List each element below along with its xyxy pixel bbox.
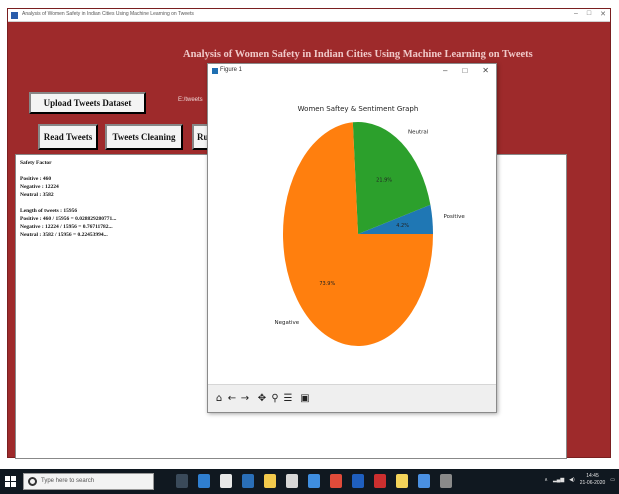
- pie-value-label-positive: 4.2%: [396, 223, 409, 229]
- page-heading: Analysis of Women Safety in Indian Citie…: [183, 49, 533, 60]
- configure-icon[interactable]: ☰: [283, 392, 293, 406]
- figure-window[interactable]: Figure 1 – □ ✕ Positive 4.2% Neutral 21.9% N…: [207, 63, 497, 413]
- output-line: Neutral : 3582: [20, 192, 54, 198]
- explorer-icon[interactable]: [264, 474, 276, 488]
- output-line: Negative : 12224 / 15956 = 0.76711782...: [20, 224, 113, 230]
- notification-icon[interactable]: ▭: [610, 477, 615, 483]
- figure-titlebar[interactable]: Figure 1 – □ ✕: [208, 64, 496, 79]
- save-icon[interactable]: ▣: [300, 392, 310, 406]
- pie-chart: Positive 4.2% Neutral 21.9% Negative 73.9% Wom…: [274, 105, 466, 346]
- python-icon[interactable]: [396, 474, 408, 488]
- app-icon: [11, 12, 18, 19]
- back-icon[interactable]: ←: [227, 392, 237, 406]
- output-line: Positive : 460: [20, 176, 52, 182]
- taskbar-search-input[interactable]: Type here to search: [23, 473, 154, 490]
- output-line: Neutral : 3582 / 15956 = 0.22453994...: [20, 232, 108, 238]
- app-icon-6[interactable]: [286, 474, 298, 488]
- taskbar-clock[interactable]: 14:45 21-06-2020: [580, 473, 606, 487]
- output-line: Negative : 12224: [20, 184, 59, 190]
- pan-icon[interactable]: ✥: [257, 392, 267, 406]
- pie-value-label-negative: 73.9%: [319, 281, 335, 287]
- search-icon: [28, 477, 37, 486]
- mail-icon[interactable]: [242, 474, 254, 488]
- output-line: Safety Factor: [20, 160, 52, 166]
- store-icon[interactable]: [220, 474, 232, 488]
- clock-date: 21-06-2020: [579, 480, 606, 486]
- zoom-icon[interactable]: ⚲: [270, 392, 280, 406]
- figure-window-title: Figure 1: [220, 67, 243, 73]
- app-icon-10[interactable]: [374, 474, 386, 488]
- volume-icon[interactable]: ◀): [569, 477, 575, 483]
- windows-start-icon[interactable]: [5, 476, 16, 487]
- minimize-button[interactable]: –: [574, 10, 578, 18]
- output-line: Positive : 460 / 15956 = 0.028829280771.…: [20, 216, 117, 222]
- home-icon[interactable]: ⌂: [214, 392, 224, 406]
- dataset-path-label: E:/tweets: [178, 97, 203, 103]
- figure-close-button[interactable]: ✕: [482, 66, 489, 75]
- pie-label-negative: Negative: [274, 320, 299, 326]
- figure-minimize-button[interactable]: –: [443, 66, 447, 75]
- read-tweets-button[interactable]: Read Tweets: [38, 124, 98, 150]
- task-view-icon[interactable]: [176, 474, 188, 488]
- app-icon-7[interactable]: [308, 474, 320, 488]
- app-window-title: Analysis of Women Safety in Indian Citie…: [22, 11, 194, 17]
- clock-time: 14:45: [586, 473, 599, 479]
- chart-title: Women Saftey & Sentiment Graph: [298, 105, 419, 113]
- figure-maximize-button[interactable]: □: [462, 66, 467, 75]
- tweets-cleaning-button[interactable]: Tweets Cleaning: [105, 124, 183, 150]
- app-icon-12[interactable]: [418, 474, 430, 488]
- app-icon-9[interactable]: [352, 474, 364, 488]
- search-placeholder: Type here to search: [41, 478, 95, 484]
- figure-toolbar: ⌂ ← → ✥ ⚲ ☰ ▣: [208, 384, 496, 412]
- app-icon-13[interactable]: [440, 474, 452, 488]
- app-icon-8[interactable]: [330, 474, 342, 488]
- edge-icon[interactable]: [198, 474, 210, 488]
- forward-icon[interactable]: →: [240, 392, 250, 406]
- pie-label-positive: Positive: [444, 214, 466, 220]
- maximize-button[interactable]: □: [587, 10, 591, 18]
- taskbar: Type here to search ∧ ▂▄▆ ◀) 14:45 21-06…: [0, 469, 619, 494]
- network-icon[interactable]: ▂▄▆: [553, 477, 564, 483]
- close-button[interactable]: ✕: [600, 10, 606, 18]
- pie-value-label-neutral: 21.9%: [376, 177, 392, 183]
- app-titlebar: Analysis of Women Safety in Indian Citie…: [8, 9, 610, 22]
- system-tray: ∧ ▂▄▆ ◀) 14:45 21-06-2020 ▭: [544, 473, 615, 487]
- tray-arrow-icon[interactable]: ∧: [544, 477, 548, 483]
- matplotlib-icon: [212, 68, 218, 74]
- pie-label-neutral: Neutral: [408, 130, 429, 136]
- output-line: Length of tweets : 15956: [20, 208, 78, 214]
- upload-tweets-dataset-button[interactable]: Upload Tweets Dataset: [29, 92, 146, 114]
